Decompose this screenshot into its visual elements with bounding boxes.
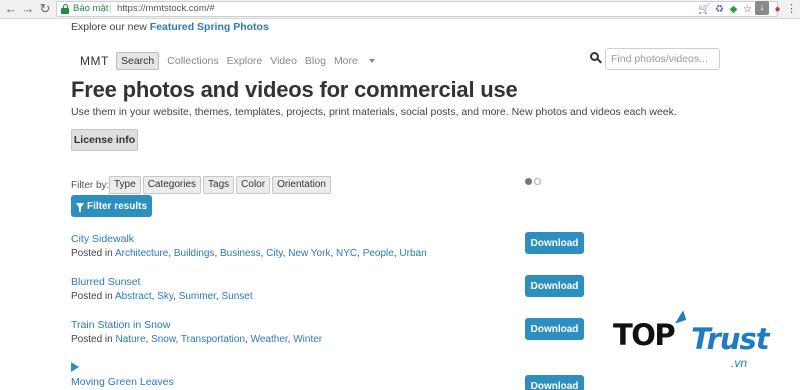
translate-icon[interactable]: ♻ bbox=[713, 3, 726, 16]
bookmark-star-icon[interactable]: ☆ bbox=[741, 3, 754, 16]
download-button[interactable]: Download bbox=[525, 275, 584, 297]
filter-options: Type Categories Tags Color Orientation bbox=[109, 176, 333, 194]
back-arrow-icon[interactable]: ← bbox=[3, 1, 19, 17]
watermark-domain: .vn bbox=[731, 356, 748, 370]
funnel-icon bbox=[75, 202, 84, 212]
filter-label: Filter by: bbox=[71, 180, 110, 191]
tag-link[interactable]: Nature bbox=[115, 334, 145, 345]
item-tags: Posted in Abstract, Sky, Summer, Sunset bbox=[71, 291, 253, 302]
lock-icon bbox=[61, 4, 69, 14]
caret-down-icon bbox=[368, 59, 375, 64]
promo-text: Explore our new bbox=[71, 21, 147, 33]
secure-label: Bảo mật bbox=[73, 3, 109, 14]
nav-collections[interactable]: Collections bbox=[167, 52, 218, 70]
reload-icon[interactable]: ↻ bbox=[37, 1, 53, 17]
search-input[interactable] bbox=[605, 48, 720, 70]
item-title-train-station-in-snow[interactable]: Train Station in Snow bbox=[71, 319, 170, 331]
tag-link[interactable]: People bbox=[363, 248, 394, 259]
tag-link[interactable]: Snow bbox=[151, 334, 175, 345]
filter-results-label: Filter results bbox=[86, 200, 148, 212]
page-title: Free photos and videos for commercial us… bbox=[71, 77, 518, 102]
browser-menu-icon[interactable]: ⋮ bbox=[786, 1, 797, 17]
chrome-extension-icon[interactable]: ● bbox=[771, 3, 784, 16]
page-subtitle: Use them in your website, themes, templa… bbox=[71, 106, 677, 118]
tag-link[interactable]: Business bbox=[220, 248, 261, 259]
watermark-trust: Trust bbox=[691, 322, 770, 356]
posted-in-label: Posted in bbox=[71, 334, 113, 345]
nav-explore[interactable]: Explore bbox=[227, 52, 263, 70]
watermark-top: TOP bbox=[613, 318, 676, 352]
filter-tags[interactable]: Tags bbox=[203, 176, 235, 194]
browser-toolbar: ← → ↻ Bảo mật | https://mmtstock.com/# 🛒… bbox=[0, 0, 800, 19]
download-extension-icon[interactable]: ↓ bbox=[755, 1, 769, 15]
tag-link[interactable]: Abstract bbox=[115, 291, 152, 302]
nav-more[interactable]: More bbox=[334, 52, 383, 70]
cart-extension-icon[interactable]: 🛒 bbox=[698, 3, 711, 16]
nav-search[interactable]: Search bbox=[116, 52, 160, 70]
posted-in-label: Posted in bbox=[71, 248, 113, 259]
license-info-button[interactable]: License info bbox=[71, 129, 138, 151]
nav-blog[interactable]: Blog bbox=[305, 52, 326, 70]
filter-type[interactable]: Type bbox=[109, 176, 141, 194]
item-tags: Posted in Architecture, Buildings, Busin… bbox=[71, 248, 427, 259]
main-nav: Search Collections Explore Video Blog Mo… bbox=[116, 52, 391, 70]
url-text[interactable]: https://mmtstock.com/# bbox=[117, 2, 215, 16]
toptrust-watermark: TOP Trust .vn bbox=[613, 310, 793, 378]
forward-arrow-icon[interactable]: → bbox=[20, 1, 36, 17]
featured-spring-photos-link[interactable]: Featured Spring Photos bbox=[150, 21, 269, 33]
tag-link[interactable]: Sunset bbox=[221, 291, 252, 302]
download-button[interactable]: Download bbox=[525, 375, 584, 390]
filter-orientation[interactable]: Orientation bbox=[272, 176, 331, 194]
address-bar[interactable]: Bảo mật | https://mmtstock.com/# 🛒 ♻ ◆ ☆ bbox=[56, 1, 778, 17]
tag-link[interactable]: Urban bbox=[399, 248, 426, 259]
tag-link[interactable]: Summer bbox=[179, 291, 216, 302]
tag-link[interactable]: Winter bbox=[293, 334, 322, 345]
item-title-moving-green-leaves[interactable]: Moving Green Leaves bbox=[71, 376, 174, 388]
filter-categories[interactable]: Categories bbox=[142, 176, 202, 194]
nav-more-label: More bbox=[333, 55, 358, 67]
play-icon[interactable] bbox=[71, 362, 79, 372]
tag-link[interactable]: New York bbox=[288, 248, 330, 259]
tag-link[interactable]: NYC bbox=[336, 248, 357, 259]
filter-color[interactable]: Color bbox=[236, 176, 271, 194]
item-tags: Posted in Nature, Snow, Transportation, … bbox=[71, 334, 323, 345]
evernote-extension-icon[interactable]: ◆ bbox=[727, 3, 740, 16]
tag-link[interactable]: City bbox=[266, 248, 282, 259]
site-logo[interactable]: MMT bbox=[80, 54, 109, 68]
tag-link[interactable]: Buildings bbox=[174, 248, 215, 259]
search-icon[interactable] bbox=[590, 52, 602, 64]
download-button[interactable]: Download bbox=[525, 232, 584, 254]
item-title-city-sidewalk[interactable]: City Sidewalk bbox=[71, 233, 134, 245]
tag-link[interactable]: Architecture bbox=[115, 248, 168, 259]
tag-link[interactable]: Weather bbox=[251, 334, 288, 345]
tag-link[interactable]: Transportation bbox=[181, 334, 245, 345]
view-dot-active[interactable] bbox=[525, 178, 532, 185]
item-title-blurred-sunset[interactable]: Blurred Sunset bbox=[71, 276, 140, 288]
download-button[interactable]: Download bbox=[525, 318, 584, 340]
tag-link[interactable]: Sky bbox=[157, 291, 173, 302]
promo-banner: Explore our new Featured Spring Photos bbox=[71, 21, 269, 33]
nav-video[interactable]: Video bbox=[270, 52, 297, 70]
view-dot[interactable] bbox=[534, 178, 541, 185]
filter-results-button[interactable]: Filter results bbox=[71, 195, 152, 217]
url-separator: | bbox=[109, 3, 112, 14]
view-toggle bbox=[525, 178, 543, 185]
posted-in-label: Posted in bbox=[71, 291, 113, 302]
